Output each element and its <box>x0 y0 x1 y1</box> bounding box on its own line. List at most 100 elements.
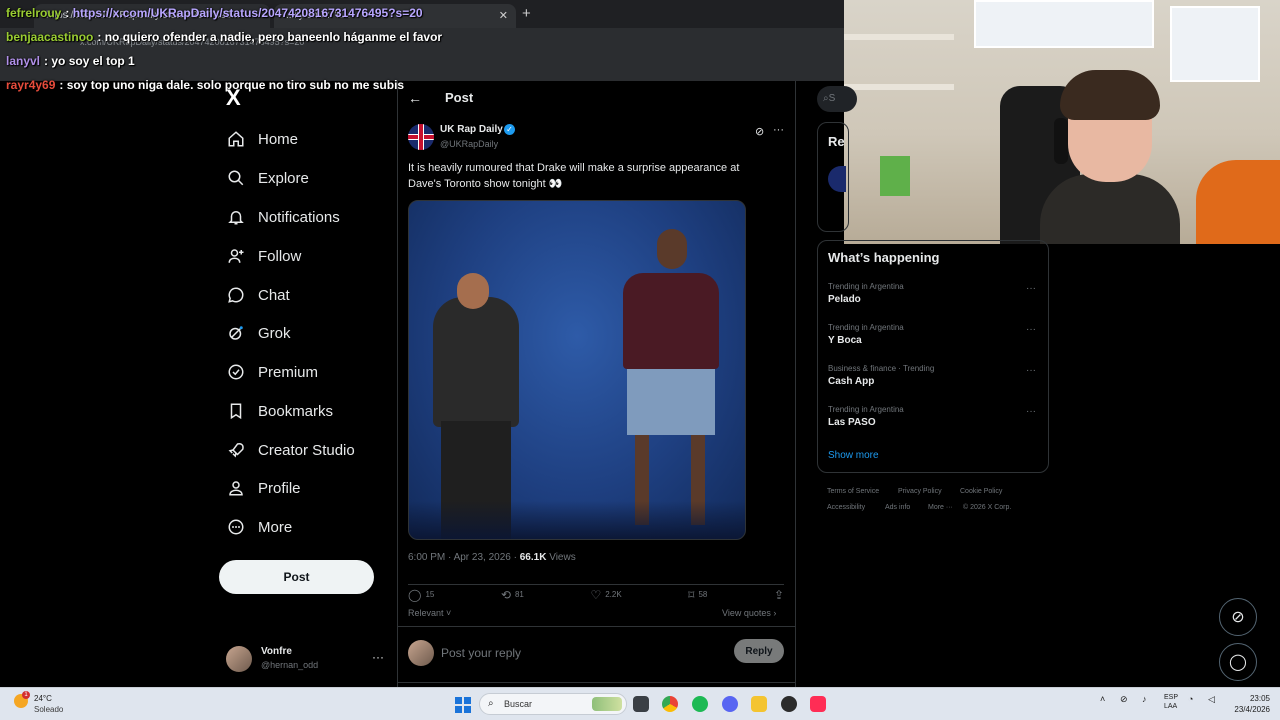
author-name[interactable]: UK Rap Daily <box>440 124 503 135</box>
account-switcher[interactable]: Vonfre @hernan_odd ··· <box>226 644 386 674</box>
tray-chevron-icon[interactable]: ˄ <box>1100 694 1105 704</box>
network-icon[interactable]: ⊘ <box>1120 694 1128 705</box>
view-quotes-link[interactable]: View quotes › <box>722 608 776 618</box>
reply-input[interactable] <box>441 644 721 662</box>
sidebar-item-label: Premium <box>258 363 319 381</box>
grok-explain-icon[interactable]: ⊘ <box>755 125 764 138</box>
repost-action[interactable]: ⟲ 81 <box>501 587 524 602</box>
chat-message: benjaacastinoo: no quiero ofender a nadi… <box>6 30 443 44</box>
sidebar-item-follow[interactable]: Follow <box>226 244 301 268</box>
footer-link-terms[interactable]: Terms of Service <box>827 488 879 495</box>
author-avatar[interactable] <box>408 124 434 150</box>
taskbar-search-label: Buscar <box>504 699 533 709</box>
sidebar-item-chat[interactable]: Chat <box>226 283 290 307</box>
post-time[interactable]: 6:00 PM · Apr 23, 2026 · <box>408 552 517 563</box>
sidebar-item-explore[interactable]: Explore <box>226 166 309 190</box>
reply-icon: ◯ <box>408 587 422 602</box>
avatar <box>408 640 434 666</box>
discord-icon[interactable] <box>722 696 738 712</box>
trend-item[interactable]: Pelado <box>828 294 861 305</box>
sidebar-item-profile[interactable]: Profile <box>226 476 301 500</box>
sort-replies-dropdown[interactable]: Relevant ˅ <box>408 608 451 618</box>
more-dots-icon[interactable]: ··· <box>1026 283 1036 294</box>
volume-icon[interactable]: ◁ <box>1208 694 1215 705</box>
sidebar-item-premium[interactable]: Premium <box>226 360 318 384</box>
windows-start-button[interactable] <box>455 697 471 713</box>
task-view-icon[interactable] <box>633 696 649 712</box>
back-arrow-icon[interactable]: ← <box>408 90 422 106</box>
trend-item[interactable]: Las PASO <box>828 417 876 428</box>
notification-badge: 1 <box>22 691 30 699</box>
footer-link-privacy[interactable]: Privacy Policy <box>898 488 942 495</box>
like-action[interactable]: ♡ 2.2K <box>590 587 621 602</box>
microphone-icon[interactable]: ♪ <box>1142 694 1147 704</box>
chat-username: lanyvl <box>6 54 41 68</box>
sidebar-item-label: Chat <box>258 286 290 304</box>
weather-temp[interactable]: 24°C <box>34 694 52 703</box>
sidebar-item-bookmarks[interactable]: Bookmarks <box>226 399 333 423</box>
bell-icon <box>226 207 246 227</box>
obs-icon[interactable] <box>781 696 797 712</box>
reply-button[interactable]: Reply <box>734 639 784 663</box>
trend-item[interactable]: Cash App <box>828 376 874 387</box>
sidebar-item-label: Home <box>258 130 299 148</box>
more-dots-icon[interactable]: ··· <box>773 124 784 136</box>
screen: https://x.com/UKRapDaily/status/2047420.… <box>0 0 1280 720</box>
post-actions: ◯ 15 ⟲ 81 ♡ 2.2K ⌑ 58 ⇪ <box>408 584 784 602</box>
footer-link-cookies[interactable]: Cookie Policy <box>960 488 1002 495</box>
x-logo[interactable]: X <box>226 87 246 109</box>
wifi-icon[interactable]: ◔ <box>1188 694 1193 704</box>
sidebar-item-creator-studio[interactable]: Creator Studio <box>226 438 355 462</box>
taskbar-search[interactable]: ⌕ Buscar <box>479 693 627 715</box>
sidebar-item-grok[interactable]: Grok <box>226 321 291 345</box>
more-dots-icon[interactable]: ··· <box>1026 324 1036 335</box>
trend-context: Trending in Argentina <box>828 323 904 332</box>
search-highlight-image <box>592 697 622 711</box>
sidebar-item-label: Grok <box>258 324 291 342</box>
chat-icon <box>226 285 246 305</box>
show-more-link[interactable]: Show more <box>828 450 879 461</box>
trend-context: Trending in Argentina <box>828 405 904 414</box>
new-tab-button[interactable]: + <box>522 5 531 22</box>
sidebar-item-label: Follow <box>258 247 302 265</box>
more-dots-icon[interactable]: ··· <box>1026 365 1036 376</box>
person-icon <box>226 478 246 498</box>
chat-message: fefrelrouy: https://x.com/UKRapDaily/sta… <box>6 6 423 20</box>
post-button[interactable]: Post <box>219 560 374 594</box>
trend-item[interactable]: Y Boca <box>828 335 862 346</box>
tiktok-icon[interactable] <box>810 696 826 712</box>
footer-link-accessibility[interactable]: Accessibility <box>827 504 865 511</box>
file-explorer-icon[interactable] <box>751 696 767 712</box>
clock-time: 23:05 <box>1249 694 1270 703</box>
sidebar-item-more[interactable]: More <box>226 515 292 539</box>
reply-action[interactable]: ◯ 15 <box>408 587 434 602</box>
language-indicator[interactable]: ESP LAA <box>1164 693 1178 711</box>
footer-link-ads[interactable]: Ads info <box>885 504 910 511</box>
footer-link-more[interactable]: More ··· <box>928 504 953 511</box>
repost-icon: ⟲ <box>500 587 511 602</box>
tweet-photo[interactable] <box>408 200 746 540</box>
account-handle: @hernan_odd <box>261 660 319 670</box>
more-dots-icon[interactable]: ··· <box>372 650 384 664</box>
chat-username: benjaacastinoo <box>6 30 94 44</box>
share-icon: ⇪ <box>773 587 784 602</box>
grok-float-button[interactable]: ⊘ <box>1219 598 1257 636</box>
chevron-down-icon: ˅ <box>443 608 452 618</box>
chrome-icon[interactable] <box>662 696 678 712</box>
search-input[interactable]: ⌕S <box>817 86 857 112</box>
taskbar-clock[interactable]: 23:05 23/4/2026 <box>1230 693 1270 715</box>
post-meta: 6:00 PM · Apr 23, 2026 · 66.1K Views <box>408 552 576 563</box>
chat-text: yo soy el top 1 <box>51 54 135 68</box>
grok-icon: ⊘ <box>1231 609 1245 626</box>
author-handle[interactable]: @UKRapDaily <box>440 139 498 149</box>
close-tab-icon[interactable]: ✕ <box>499 4 508 28</box>
account-name: Vonfre <box>261 646 292 657</box>
more-dots-icon[interactable]: ··· <box>1026 406 1036 417</box>
bookmark-action[interactable]: ⌑ 58 <box>688 587 707 602</box>
chat-message: lanyvl: yo soy el top 1 <box>6 54 135 68</box>
share-action[interactable]: ⇪ <box>774 587 784 602</box>
sidebar-item-notifications[interactable]: Notifications <box>226 205 340 229</box>
sidebar-item-home[interactable]: Home <box>226 127 298 151</box>
spotify-icon[interactable] <box>692 696 708 712</box>
chat-float-button[interactable]: ◯ <box>1219 643 1257 681</box>
